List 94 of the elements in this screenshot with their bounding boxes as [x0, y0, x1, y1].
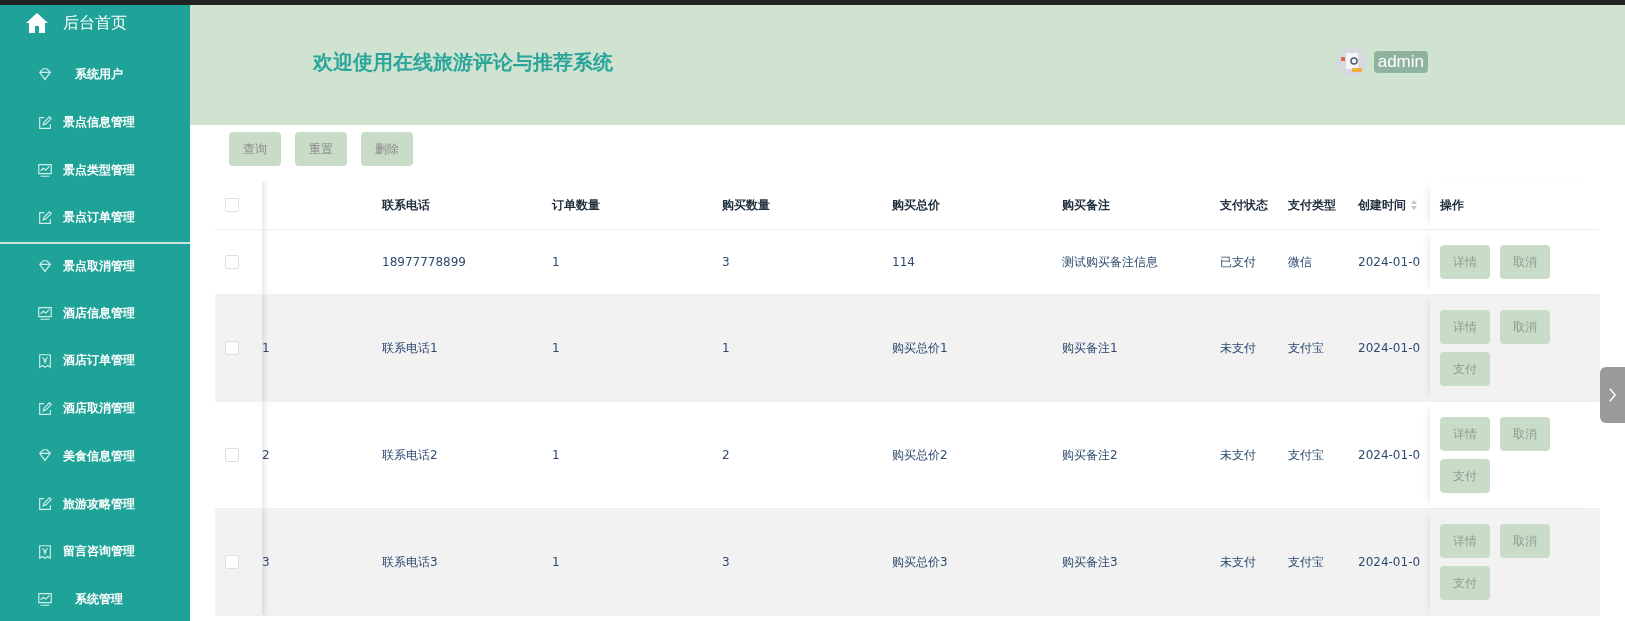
- table-cell: 已支付: [1220, 253, 1256, 271]
- table-cell: 联系电话1: [382, 339, 438, 357]
- sidebar-item[interactable]: 景点信息管理: [0, 98, 190, 147]
- row-checkbox[interactable]: [225, 341, 239, 355]
- sidebar-item[interactable]: 系统用户: [0, 51, 190, 99]
- sidebar-item[interactable]: 景点取消管理: [0, 241, 190, 290]
- action-button[interactable]: 取消: [1500, 417, 1550, 451]
- column-header: 支付类型: [1288, 196, 1336, 214]
- scroll-right-button[interactable]: [1600, 367, 1625, 423]
- table-cell: 3: [262, 555, 270, 569]
- table-cell: 购买总价2: [892, 446, 948, 464]
- column-header: 订单数量: [552, 196, 600, 214]
- receipt-icon: [37, 352, 53, 369]
- action-button[interactable]: 详情: [1440, 310, 1490, 344]
- column-header: 操作: [1440, 196, 1464, 214]
- table-cell: 购买备注1: [1062, 339, 1118, 357]
- row-checkbox[interactable]: [225, 555, 239, 569]
- table-cell: 购买备注3: [1062, 553, 1118, 571]
- table-cell: 3: [722, 555, 730, 569]
- table-cell: 购买总价3: [892, 553, 948, 571]
- action-button[interactable]: 支付: [1440, 566, 1490, 600]
- table-cell: 联系电话3: [382, 553, 438, 571]
- sidebar-item[interactable]: 酒店取消管理: [0, 384, 190, 433]
- home-link[interactable]: 后台首页: [0, 5, 190, 51]
- column-header: 支付状态: [1220, 196, 1268, 214]
- table-cell: 1: [552, 448, 560, 462]
- toolbar-button[interactable]: 查询: [229, 132, 281, 166]
- table-cell: 114: [892, 255, 915, 269]
- action-button[interactable]: 详情: [1440, 524, 1490, 558]
- chevron-right-icon: [1608, 387, 1617, 403]
- column-header: 购买数量: [722, 196, 770, 214]
- sidebar-item[interactable]: 景点订单管理: [0, 194, 190, 242]
- sidebar-item[interactable]: 系统管理: [0, 575, 190, 621]
- table-cell: 购买总价1: [892, 339, 948, 357]
- table-cell: 1: [262, 341, 270, 355]
- toolbar-button[interactable]: 重置: [295, 132, 347, 166]
- table-cell: 未支付: [1220, 553, 1256, 571]
- table-cell: 2024-01-0: [1358, 555, 1421, 569]
- column-header[interactable]: 创建时间: [1358, 196, 1418, 214]
- row-checkbox[interactable]: [225, 255, 239, 269]
- sort-icon[interactable]: [1410, 199, 1418, 211]
- table-cell: 1: [552, 341, 560, 355]
- chart-icon: [37, 305, 53, 322]
- action-button[interactable]: 取消: [1500, 245, 1550, 279]
- action-button[interactable]: 支付: [1440, 459, 1490, 493]
- sidebar-item[interactable]: 景点类型管理: [0, 146, 190, 195]
- toolbar-button[interactable]: 删除: [361, 132, 413, 166]
- table-cell: 2024-01-0: [1358, 448, 1421, 462]
- edit-icon: [37, 209, 53, 226]
- sidebar-item[interactable]: 酒店订单管理: [0, 337, 190, 385]
- user-name: admin: [1373, 51, 1428, 73]
- diamond-icon: [37, 66, 53, 83]
- table-cell: 测试购买备注信息: [1062, 253, 1158, 271]
- edit-icon: [37, 114, 53, 131]
- action-button[interactable]: 详情: [1440, 417, 1490, 451]
- table-cell: 购买备注2: [1062, 446, 1118, 464]
- select-all-checkbox[interactable]: [225, 198, 239, 212]
- diamond-icon: [37, 258, 53, 275]
- sidebar-item[interactable]: 旅游攻略管理: [0, 480, 190, 528]
- table-cell: 支付宝: [1288, 553, 1324, 571]
- table-cell: 支付宝: [1288, 446, 1324, 464]
- table-cell: 3: [722, 255, 730, 269]
- table-cell: 2: [722, 448, 730, 462]
- edit-icon: [37, 496, 53, 513]
- sidebar-item[interactable]: 留言咨询管理: [0, 527, 190, 576]
- column-header: 购买备注: [1062, 196, 1110, 214]
- table-cell: 未支付: [1220, 339, 1256, 357]
- table-cell: 2024-01-0: [1358, 341, 1421, 355]
- column-header: 联系电话: [382, 196, 430, 214]
- action-button[interactable]: 详情: [1440, 245, 1490, 279]
- edit-icon: [37, 400, 53, 417]
- table-cell: 18977778899: [382, 255, 466, 269]
- chart-icon: [37, 591, 53, 608]
- column-header: 购买总价: [892, 196, 940, 214]
- avatar-icon: [1336, 47, 1367, 77]
- table-cell: 1: [552, 555, 560, 569]
- sidebar-item[interactable]: 酒店信息管理: [0, 289, 190, 338]
- home-icon: [25, 11, 49, 35]
- table-cell: 2024-01-0: [1358, 255, 1421, 269]
- table-cell: 1: [722, 341, 730, 355]
- action-button[interactable]: 取消: [1500, 310, 1550, 344]
- table-cell: 未支付: [1220, 446, 1256, 464]
- page-title: 欢迎使用在线旅游评论与推荐系统: [313, 48, 613, 76]
- table-cell: 联系电话2: [382, 446, 438, 464]
- row-checkbox[interactable]: [225, 448, 239, 462]
- sidebar-item[interactable]: 美食信息管理: [0, 432, 190, 481]
- action-button[interactable]: 支付: [1440, 352, 1490, 386]
- table-cell: 1: [552, 255, 560, 269]
- receipt-icon: [37, 543, 53, 560]
- table-cell: 2: [262, 448, 270, 462]
- action-button[interactable]: 取消: [1500, 524, 1550, 558]
- chart-icon: [37, 162, 53, 179]
- table-cell: 支付宝: [1288, 339, 1324, 357]
- table-cell: 微信: [1288, 253, 1312, 271]
